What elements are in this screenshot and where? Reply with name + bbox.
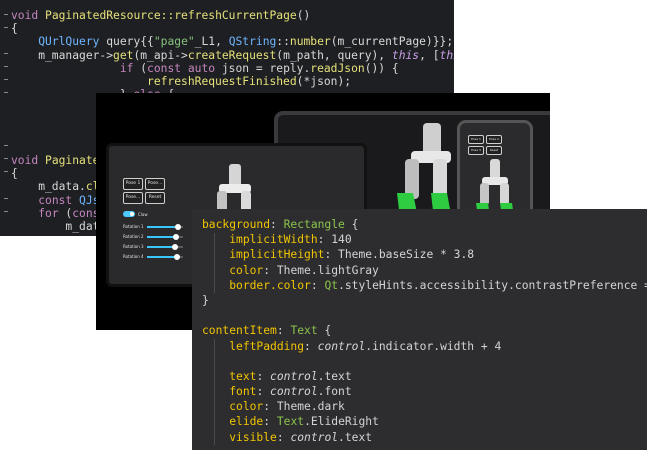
code-token: text <box>229 369 257 383</box>
code-line: } <box>202 293 647 308</box>
code-token: : <box>310 278 325 292</box>
qml-code-editor: background: Rectangle { implicitWidth: 1… <box>192 209 647 450</box>
rotation-2-slider[interactable] <box>147 234 183 240</box>
code-token: .ElideRight <box>304 415 379 429</box>
code-token: implicitHeight <box>229 248 325 262</box>
code-token: .text <box>338 430 373 444</box>
code-line: if (const auto json = reply.readJson()) … <box>119 61 399 75</box>
code-token: control <box>290 430 339 444</box>
code-token: control <box>317 339 366 353</box>
code-line: contentItem: Text { <box>202 323 647 338</box>
phone-reset-button[interactable]: Reset <box>486 146 502 155</box>
code-token: .styleHints.accessibility.contrastPrefer… <box>338 278 647 292</box>
code-token: : <box>263 415 277 429</box>
code-token: color <box>229 263 264 277</box>
code-token: : <box>256 369 271 383</box>
code-line: void PaginatedResource::refreshCurrentPa… <box>11 9 311 22</box>
code-token: background <box>202 218 271 231</box>
code-line: visible: control.text <box>202 430 647 445</box>
rotation-3-slider[interactable] <box>147 244 183 250</box>
code-line: font: control.font <box>202 384 647 399</box>
code-token: Text <box>276 415 305 429</box>
code-token: leftPadding <box>229 339 305 353</box>
code-line: m_manager->get(m_api->createRequest(m_pa… <box>11 48 454 62</box>
code-token: : Theme.lightGray <box>263 263 379 277</box>
rotation-label: Rotation 3 <box>123 244 144 249</box>
code-token: Rectangle <box>283 218 345 231</box>
rotation-1-slider[interactable] <box>147 224 183 230</box>
phone-pose-3-button[interactable]: Pose 3 <box>468 146 484 155</box>
code-token: { <box>344 218 359 231</box>
code-token: : <box>256 385 271 399</box>
code-token: contentItem <box>202 324 277 338</box>
rotation-label: Rotation 4 <box>123 254 144 259</box>
code-line: QUrlQuery query{{"page"_L1, QString::num… <box>38 35 454 49</box>
rotation-label: Rotation 1 <box>123 224 144 229</box>
code-line: border.color: Qt.styleHints.accessibilit… <box>202 278 647 293</box>
code-line: implicitHeight: Theme.baseSize * 3.8 <box>202 247 647 262</box>
code-token: : 140 <box>317 233 352 247</box>
code-token: .indicator.width + 4 <box>365 339 502 353</box>
code-line: implicitWidth: 140 <box>202 232 647 247</box>
phone-pose-1-button[interactable]: Pose 1 <box>468 135 484 144</box>
code-token: visible <box>229 430 277 444</box>
code-token: control <box>270 385 318 399</box>
code-token: Text <box>290 324 318 338</box>
pose-3-button[interactable]: Pose... <box>123 192 143 204</box>
code-token: .font <box>317 385 352 399</box>
code-line: leftPadding: control.indicator.width + 4 <box>202 339 647 354</box>
claw-toggle[interactable] <box>123 211 135 217</box>
code-line: color: Theme.lightGray <box>202 263 647 278</box>
code-line: elide: Text.ElideRight <box>202 414 647 429</box>
pose-2-button[interactable]: Pose... <box>145 178 165 190</box>
code-token: control <box>270 369 318 383</box>
reset-button[interactable]: Reset <box>145 192 165 204</box>
code-token: } <box>202 293 209 307</box>
code-token: font <box>229 385 257 399</box>
code-line: text: control.text <box>202 369 647 384</box>
code-line: { <box>11 22 18 36</box>
code-line: color: Theme.dark <box>202 399 647 414</box>
code-token: { <box>317 324 332 338</box>
code-token: Qt <box>324 278 339 292</box>
code-token: elide <box>229 415 264 429</box>
phone-pose-2-button[interactable]: Pose 2 <box>486 135 502 144</box>
code-token: : <box>276 324 291 338</box>
rotation-label: Rotation 2 <box>123 234 144 239</box>
code-token: color <box>229 400 264 414</box>
rotation-4-slider[interactable] <box>147 254 183 260</box>
code-line: background: Rectangle { <box>202 217 647 232</box>
code-line: refreshRequestFinished(*json); <box>147 74 352 88</box>
code-token: : <box>304 339 318 353</box>
code-token: : <box>270 218 284 231</box>
code-token: : Theme.dark <box>263 400 345 414</box>
pose-1-button[interactable]: Pose 1 <box>123 178 143 190</box>
code-token: implicitWidth <box>229 233 318 247</box>
code-token: : Theme.baseSize * 3.8 <box>324 248 475 262</box>
code-token: .text <box>317 369 352 383</box>
fold-gutter <box>2 0 8 236</box>
code-token: border.color <box>229 278 311 292</box>
claw-label: Claw <box>138 212 148 217</box>
code-token: : <box>276 430 291 444</box>
